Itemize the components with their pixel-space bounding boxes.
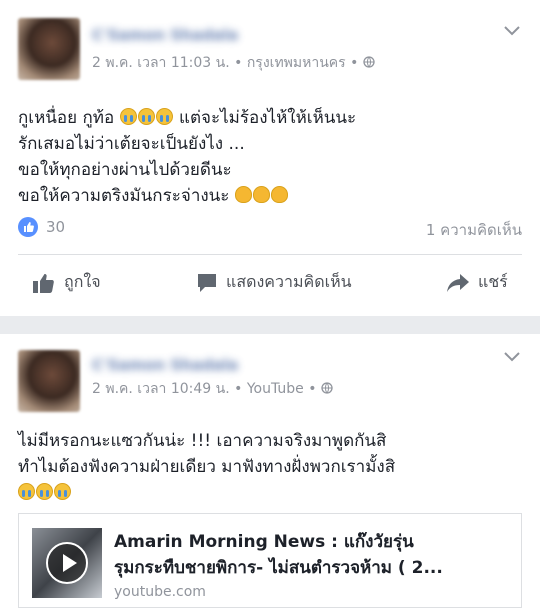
crying-emoji-icon: [155, 108, 173, 125]
post-timestamp[interactable]: 2 พ.ค. เวลา 11:03 น.: [92, 55, 230, 71]
video-thumbnail[interactable]: [32, 528, 102, 598]
post-text: ไม่มีหรอกนะแซวกันน่ะ !!! เอาความจริงมาพู…: [18, 428, 395, 506]
divider: [18, 254, 522, 255]
sweat-emoji-icon: [270, 186, 288, 203]
post-line: ขอให้ความตริงมันกระจ่างนะ: [18, 183, 356, 209]
author-name[interactable]: C'Samon Shadala: [92, 356, 238, 374]
post-line: รักเสมอไม่ว่าเต้ยจะเป็นยังไง ...: [18, 134, 245, 154]
post-line: ขอให้ทุกอย่างผ่านไปด้วยดีนะ: [18, 160, 232, 180]
comment-count[interactable]: 1 ความคิดเห็น: [426, 218, 522, 242]
post-line: ไม่มีหรอกนะแซวกันน่ะ !!! เอาความจริงมาพู…: [18, 431, 387, 451]
globe-icon: [321, 382, 333, 394]
link-title[interactable]: Amarin Morning News : แก๊งวัยรุ่น รุมกระ…: [114, 529, 514, 581]
post-card-1: C'Samon Shadala 2 พ.ค. เวลา 11:03 น. • ก…: [0, 0, 540, 316]
crying-emoji-icon: [137, 108, 155, 125]
globe-icon: [363, 56, 375, 68]
post-line: ทำไมต้องฟังความฝ่ายเดียว มาฟังทางฝั่งพวก…: [18, 457, 396, 477]
author-name[interactable]: C'Samon Shadala: [92, 26, 238, 44]
author-avatar[interactable]: [18, 350, 80, 412]
reactions-row: 30 1 ความคิดเห็น: [18, 216, 522, 240]
chevron-down-icon[interactable]: [502, 24, 522, 38]
comment-bubble-icon: [198, 273, 216, 292]
sweat-emoji-icon: [234, 186, 252, 203]
thumbs-up-icon: [33, 273, 54, 293]
post-meta: 2 พ.ค. เวลา 10:49 น. • YouTube •: [92, 378, 333, 400]
chevron-down-icon[interactable]: [502, 350, 522, 364]
crying-emoji-icon: [119, 108, 137, 125]
post-line: กูเหนื่อย กูท้อ แต่จะไม่ร้องไห้ให้เห็นนะ: [18, 108, 357, 128]
like-count[interactable]: 30: [46, 218, 65, 236]
action-bar: ถูกใจ แสดงความคิดเห็น แชร์: [0, 262, 540, 302]
share-arrow-icon: [447, 273, 469, 292]
post-line: [18, 480, 395, 506]
like-reaction-icon[interactable]: [18, 217, 38, 237]
comment-button[interactable]: แสดงความคิดเห็น: [196, 270, 352, 295]
play-icon[interactable]: [46, 542, 88, 584]
post-meta: 2 พ.ค. เวลา 11:03 น. • กรุงเทพมหานคร •: [92, 52, 375, 74]
sweat-emoji-icon: [252, 186, 270, 203]
share-button[interactable]: แชร์: [446, 270, 508, 295]
post-location[interactable]: กรุงเทพมหานคร: [247, 55, 346, 71]
link-preview-card[interactable]: Amarin Morning News : แก๊งวัยรุ่น รุมกระ…: [18, 513, 522, 608]
crying-emoji-icon: [54, 483, 71, 500]
post-source[interactable]: YouTube: [247, 381, 304, 397]
crying-emoji-icon: [36, 483, 53, 500]
link-domain: youtube.com: [114, 584, 206, 600]
post-timestamp[interactable]: 2 พ.ค. เวลา 10:49 น.: [92, 381, 230, 397]
author-avatar[interactable]: [18, 18, 80, 80]
like-button[interactable]: ถูกใจ: [32, 270, 101, 295]
crying-emoji-icon: [18, 483, 35, 500]
post-text: กูเหนื่อย กูท้อ แต่จะไม่ร้องไห้ให้เห็นนะ…: [18, 105, 356, 209]
